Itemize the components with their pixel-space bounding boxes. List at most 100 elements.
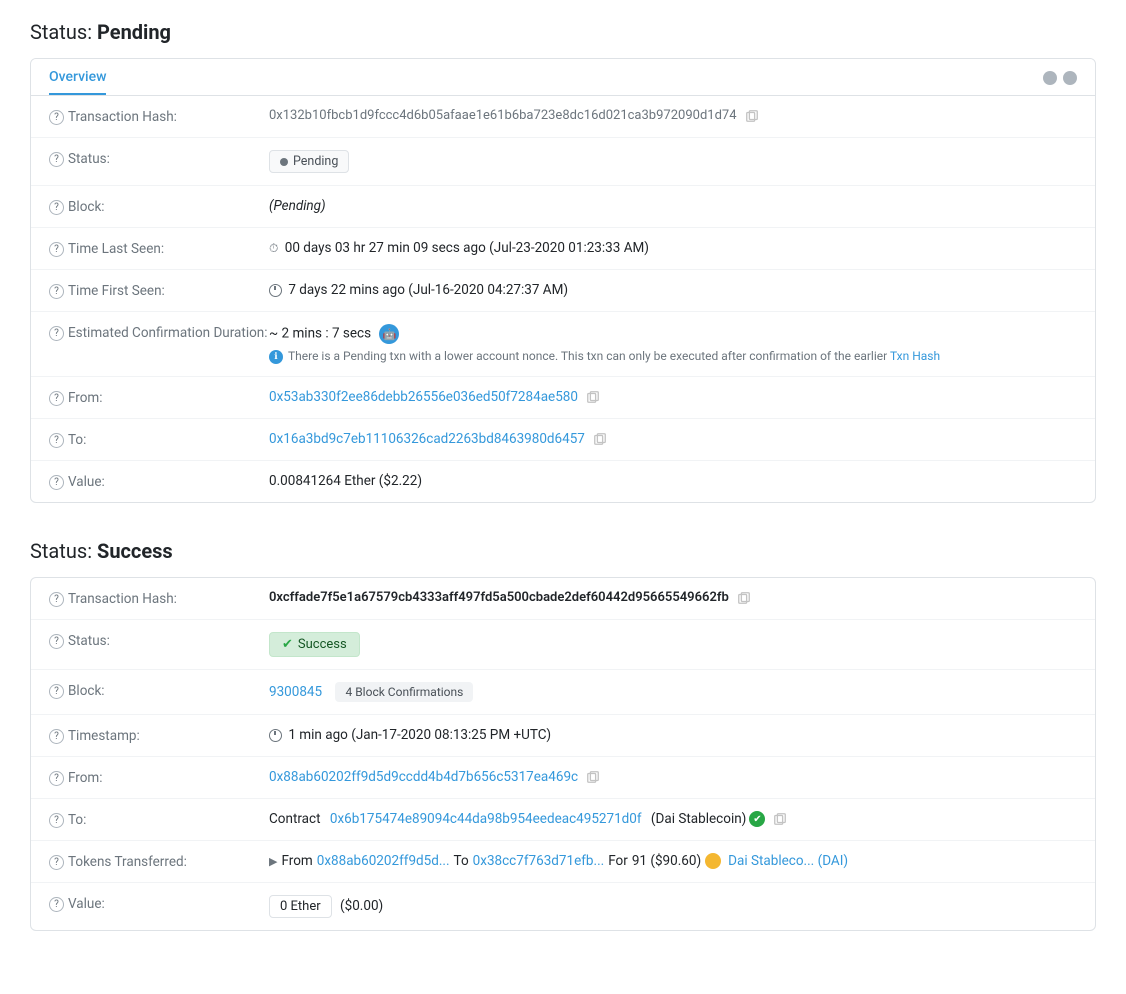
pending-time-first-seen-label: ? Time First Seen: xyxy=(49,282,269,299)
success-from-row: ? From: 0x88ab60202ff9d5d9ccdd4b4d7b656c… xyxy=(31,757,1095,799)
help-icon-to[interactable]: ? xyxy=(49,433,64,448)
pending-time-last-seen-value: ⏱ 00 days 03 hr 27 min 09 secs ago (Jul-… xyxy=(269,240,1077,256)
pending-from-link[interactable]: 0x53ab330f2ee86debb26556e036ed50f7284ae5… xyxy=(269,389,581,405)
time-icon xyxy=(269,284,282,297)
success-from-link[interactable]: 0x88ab60202ff9d5d9ccdd4b4d7b656c5317ea46… xyxy=(269,769,581,785)
dot-2 xyxy=(1063,71,1077,85)
pending-block-label: ? Block: xyxy=(49,198,269,215)
help-icon-block[interactable]: ? xyxy=(49,200,64,215)
pending-tx-hash-value: 0x132b10fbcb1d9fccc4d6b05afaae1e61b6ba72… xyxy=(269,108,1077,123)
success-from-label: ? From: xyxy=(49,769,269,786)
help-icon-s-to[interactable]: ? xyxy=(49,813,64,828)
success-to-value: Contract 0x6b175474e89094c44da98b954eede… xyxy=(269,811,1077,827)
pending-block-value: (Pending) xyxy=(269,198,1077,214)
help-icon-status[interactable]: ? xyxy=(49,152,64,167)
help-icon-time-last[interactable]: ? xyxy=(49,242,64,257)
confirmations-badge: 4 Block Confirmations xyxy=(335,682,473,702)
overview-tab[interactable]: Overview xyxy=(49,69,106,95)
pending-time-first-seen-value: 7 days 22 mins ago (Jul-16-2020 04:27:37… xyxy=(269,282,1077,298)
copy-s-from-icon[interactable] xyxy=(586,770,600,784)
pending-status-value: Pending xyxy=(269,150,1077,173)
tokens-amount: 91 ($90.60) xyxy=(632,853,701,869)
success-from-value: 0x88ab60202ff9d5d9ccdd4b4d7b656c5317ea46… xyxy=(269,769,1077,785)
help-icon-s-hash[interactable]: ? xyxy=(49,592,64,607)
pending-badge: Pending xyxy=(269,150,349,173)
help-icon-from[interactable]: ? xyxy=(49,391,64,406)
success-badge: ✔ Success xyxy=(269,632,360,657)
warning-dot: ℹ xyxy=(269,350,283,364)
bot-icon: 🤖 xyxy=(379,324,399,344)
pending-status-label: ? Status: xyxy=(49,150,269,167)
pending-time-last-seen-row: ? Time Last Seen: ⏱ 00 days 03 hr 27 min… xyxy=(31,228,1095,270)
help-icon-tokens[interactable]: ? xyxy=(49,855,64,870)
help-icon-s-timestamp[interactable]: ? xyxy=(49,729,64,744)
pending-time-last-seen-label: ? Time Last Seen: xyxy=(49,240,269,257)
success-status-label: ? Status: xyxy=(49,632,269,649)
pending-value-row: ? Value: 0.00841264 Ether ($2.22) xyxy=(31,461,1095,502)
help-icon[interactable]: ? xyxy=(49,110,64,125)
time-icon-success xyxy=(269,729,282,742)
help-icon-est[interactable]: ? xyxy=(49,326,64,341)
block-number-link[interactable]: 9300845 xyxy=(269,684,325,700)
dai-icon xyxy=(705,853,721,869)
help-icon-s-block[interactable]: ? xyxy=(49,684,64,699)
dot-1 xyxy=(1043,71,1057,85)
pending-from-value: 0x53ab330f2ee86debb26556e036ed50f7284ae5… xyxy=(269,389,1077,405)
arrow-right-icon: ▶ xyxy=(269,855,277,868)
success-to-row: ? To: Contract 0x6b175474e89094c44da98b9… xyxy=(31,799,1095,841)
success-to-label: ? To: xyxy=(49,811,269,828)
pending-tx-hash-row: ? Transaction Hash: 0x132b10fbcb1d9fccc4… xyxy=(31,96,1095,138)
value-box: 0 Ether xyxy=(269,895,332,918)
help-icon-s-status[interactable]: ? xyxy=(49,634,64,649)
pending-from-row: ? From: 0x53ab330f2ee86debb26556e036ed50… xyxy=(31,377,1095,419)
success-value-row: ? Value: 0 Ether ($0.00) xyxy=(31,883,1095,930)
tokens-transferred-row: ? Tokens Transferred: ▶ From 0x88ab60202… xyxy=(31,841,1095,883)
pending-from-label: ? From: xyxy=(49,389,269,406)
tab-dots xyxy=(1043,71,1077,93)
success-card: ? Transaction Hash: 0xcffade7f5e1a67579c… xyxy=(30,577,1096,931)
pending-est-confirmation-value: ~ 2 mins : 7 secs 🤖 ℹ There is a Pending… xyxy=(269,324,1077,364)
success-contract-link[interactable]: 0x6b175474e89094c44da98b954eedeac495271d… xyxy=(330,811,642,827)
pending-block-row: ? Block: (Pending) xyxy=(31,186,1095,228)
success-value-value: 0 Ether ($0.00) xyxy=(269,895,1077,918)
txn-hash-link[interactable]: Txn Hash xyxy=(890,349,940,363)
success-block-label: ? Block: xyxy=(49,682,269,699)
success-value-label: ? Value: xyxy=(49,895,269,912)
help-icon-time-first[interactable]: ? xyxy=(49,284,64,299)
help-icon-s-value[interactable]: ? xyxy=(49,897,64,912)
copy-to-icon[interactable] xyxy=(593,432,607,446)
success-tx-hash-value: 0xcffade7f5e1a67579cb4333aff497fd5a500cb… xyxy=(269,590,1077,605)
tokens-to-link[interactable]: 0x38cc7f763d71efb... xyxy=(473,853,605,869)
copy-from-icon[interactable] xyxy=(586,390,600,404)
pending-est-confirmation-row: ? Estimated Confirmation Duration: ~ 2 m… xyxy=(31,312,1095,377)
warning-note: ℹ There is a Pending txn with a lower ac… xyxy=(269,349,1077,364)
copy-s-hash-icon[interactable] xyxy=(737,591,751,605)
tokens-from-link[interactable]: 0x88ab60202ff9d5d... xyxy=(317,853,450,869)
success-block-row: ? Block: 9300845 4 Block Confirmations xyxy=(31,670,1095,715)
pending-est-confirmation-label: ? Estimated Confirmation Duration: xyxy=(49,324,269,341)
pending-to-link[interactable]: 0x16a3bd9c7eb11106326cad2263bd8463980d64… xyxy=(269,431,588,447)
check-icon: ✔ xyxy=(282,637,293,652)
help-icon-s-from[interactable]: ? xyxy=(49,771,64,786)
tokens-token-link[interactable]: Dai Stableco... (DAI) xyxy=(728,853,848,869)
success-timestamp-row: ? Timestamp: 1 min ago (Jan-17-2020 08:1… xyxy=(31,715,1095,757)
pending-to-value: 0x16a3bd9c7eb11106326cad2263bd8463980d64… xyxy=(269,431,1077,447)
pending-time-first-seen-row: ? Time First Seen: 7 days 22 mins ago (J… xyxy=(31,270,1095,312)
success-tx-hash-row: ? Transaction Hash: 0xcffade7f5e1a67579c… xyxy=(31,578,1095,620)
pending-card: Overview ? Transaction Hash: 0x132b10fbc… xyxy=(30,58,1096,503)
tab-bar: Overview xyxy=(31,59,1095,96)
tokens-transferred-value: ▶ From 0x88ab60202ff9d5d... To 0x38cc7f7… xyxy=(269,853,1077,869)
verified-icon: ✔ xyxy=(749,811,765,827)
copy-icon[interactable] xyxy=(745,109,759,123)
success-section-title: Status: Success xyxy=(30,539,1096,563)
copy-s-to-icon[interactable] xyxy=(773,812,787,826)
tokens-to-text: To xyxy=(454,853,469,869)
tokens-transferred-label: ? Tokens Transferred: xyxy=(49,853,269,870)
success-timestamp-value: 1 min ago (Jan-17-2020 08:13:25 PM +UTC) xyxy=(269,727,1077,743)
pending-to-row: ? To: 0x16a3bd9c7eb11106326cad2263bd8463… xyxy=(31,419,1095,461)
pending-value-label: ? Value: xyxy=(49,473,269,490)
success-status-row: ? Status: ✔ Success xyxy=(31,620,1095,670)
warning-text: There is a Pending txn with a lower acco… xyxy=(288,349,940,363)
pending-value-value: 0.00841264 Ether ($2.22) xyxy=(269,473,1077,489)
help-icon-value[interactable]: ? xyxy=(49,475,64,490)
